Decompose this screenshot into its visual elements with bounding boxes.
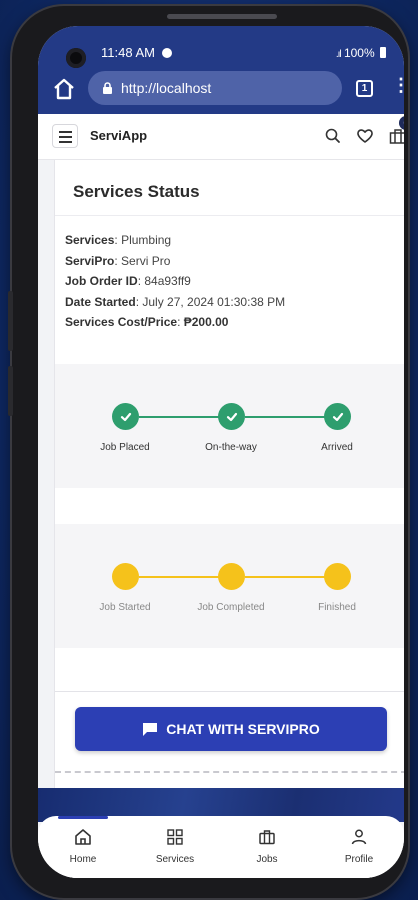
step-job-placed-check-icon	[112, 403, 139, 430]
browser-menu-icon[interactable]: ⋮	[392, 76, 404, 94]
nav-label: Services	[155, 854, 195, 865]
home-icon	[75, 829, 91, 845]
progress-connector	[139, 416, 229, 418]
info-label: Services	[65, 233, 115, 247]
briefcase-icon	[259, 830, 275, 845]
step-on-the-way-check-icon	[218, 403, 245, 430]
brand-name[interactable]: ServiApp	[90, 128, 147, 143]
tabs-button[interactable]: 1	[356, 80, 373, 97]
info-label: Job Order ID	[65, 274, 138, 288]
step-label: Arrived	[321, 442, 353, 453]
browser-home-icon[interactable]	[52, 77, 76, 101]
volume-button	[8, 366, 13, 416]
info-row-date-started: Date Started: July 27, 2024 01:30:38 PM	[65, 294, 286, 309]
screen: 11:48 AM .ıl 100% http://localhost 1 ⋮ S…	[38, 26, 404, 878]
info-label: Date Started	[65, 294, 136, 309]
info-row-services: Services: Plumbing	[65, 233, 172, 247]
progress-panel-completion: Job Started Job Completed Finished	[55, 524, 404, 648]
step-label: Job Completed	[197, 602, 265, 613]
step-label: Job Started	[99, 602, 151, 613]
chat-with-servipro-button[interactable]: CHAT WITH SERVIPRO	[75, 707, 387, 751]
phone-frame: 11:48 AM .ıl 100% http://localhost 1 ⋮ S…	[8, 6, 408, 898]
step-label: Job Placed	[100, 442, 150, 453]
grid-icon	[167, 829, 183, 845]
gesture-area	[38, 872, 404, 878]
info-value: Servi Pro	[121, 253, 171, 268]
nav-jobs[interactable]: Jobs	[222, 816, 312, 878]
info-row-job-order-id: Job Order ID: 84a93ff9	[65, 274, 191, 288]
info-value: Plumbing	[121, 233, 172, 247]
progress-connector	[139, 576, 229, 578]
browser-chrome: 11:48 AM .ıl 100% http://localhost 1 ⋮	[38, 26, 404, 114]
status-right: .ıl 100%	[336, 46, 386, 60]
chat-icon	[143, 722, 158, 736]
speaker-grille	[167, 14, 277, 19]
search-icon[interactable]	[323, 126, 343, 146]
nav-active-indicator	[58, 816, 108, 819]
url-text: http://localhost	[121, 80, 212, 96]
dashed-divider	[55, 771, 404, 773]
power-button	[8, 291, 13, 351]
info-value: 84a93ff9	[144, 274, 191, 288]
front-camera	[66, 48, 86, 68]
progress-connector	[245, 416, 335, 418]
services-status-card: Services Status Services: Plumbing Servi…	[54, 160, 404, 790]
chat-button-label: CHAT WITH SERVIPRO	[166, 721, 320, 737]
step-finished-dot	[324, 563, 351, 590]
nav-label: Profile	[344, 854, 374, 865]
step-label: Finished	[318, 602, 356, 613]
lock-icon	[103, 82, 112, 94]
status-time: 11:48 AM	[101, 45, 172, 60]
progress-panel-arrival: Job Placed On-the-way Arrived	[55, 364, 404, 488]
bottom-nav: Home Services Jobs Profile	[38, 816, 404, 878]
info-row-cost: Services Cost/Price: ₱200.00	[65, 315, 229, 329]
step-arrived-check-icon	[324, 403, 351, 430]
nav-label: Jobs	[256, 854, 278, 865]
battery-text: 100%	[343, 46, 375, 60]
info-row-servipro: ServiPro: Servi Pro	[65, 253, 171, 268]
battery-icon	[380, 47, 386, 58]
divider	[55, 691, 404, 692]
info-value: ₱200.00	[183, 315, 229, 329]
step-job-completed-dot	[218, 563, 245, 590]
service-info: Services: Plumbing ServiPro: Servi Pro J…	[65, 230, 285, 333]
nav-services[interactable]: Services	[130, 816, 220, 878]
url-bar[interactable]: http://localhost	[88, 71, 342, 105]
divider	[55, 215, 404, 216]
card-title: Services Status	[73, 182, 200, 201]
step-job-started-dot	[112, 563, 139, 590]
info-label: Services Cost/Price	[65, 315, 178, 329]
heart-icon[interactable]	[355, 126, 375, 146]
nav-home[interactable]: Home	[38, 816, 128, 878]
notification-icon	[161, 48, 172, 58]
nav-profile[interactable]: Profile	[314, 816, 404, 878]
progress-connector	[245, 576, 335, 578]
app-header: ServiApp 0	[38, 114, 404, 160]
status-time-text: 11:48 AM	[101, 45, 155, 60]
step-label: On-the-way	[205, 442, 257, 453]
signal-icon: .ıl	[335, 49, 342, 60]
menu-toggle-button[interactable]	[52, 124, 78, 148]
info-label: ServiPro	[65, 253, 115, 268]
person-icon	[351, 829, 367, 845]
tab-count: 1	[361, 83, 368, 94]
info-value: July 27, 2024 01:30:38 PM	[142, 294, 286, 309]
nav-label: Home	[69, 854, 97, 865]
